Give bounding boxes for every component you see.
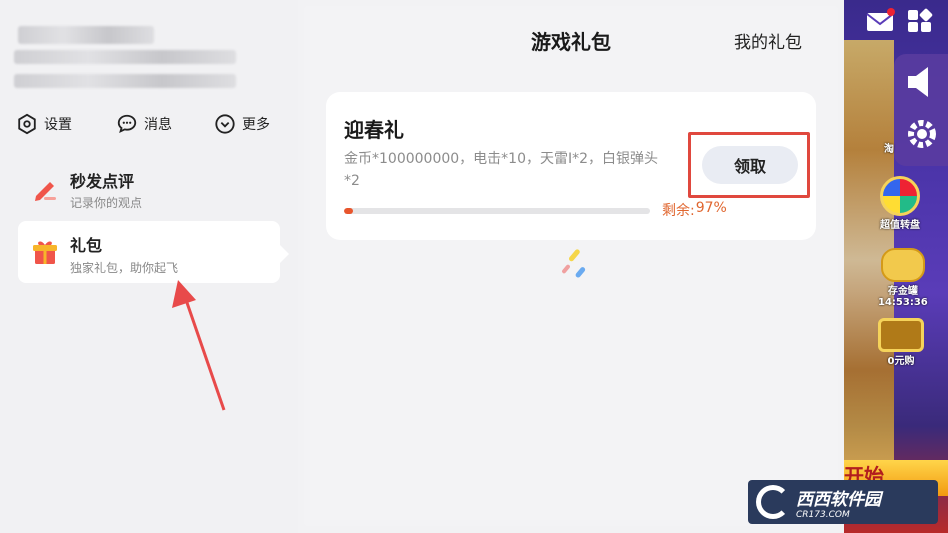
chat-bubble-icon xyxy=(117,114,137,134)
piggy-bank-label: 存金罐 xyxy=(887,286,918,297)
gift-name: 迎春礼 xyxy=(344,118,404,142)
game-side-label: 淘 xyxy=(884,144,894,155)
menu-item-review[interactable]: 秒发点评 记录你的观点 xyxy=(18,158,280,216)
watermark-logo-icon xyxy=(756,485,790,519)
blurred-user-meta xyxy=(14,74,236,88)
piggy-bank-timer: 14:53:36 xyxy=(878,297,928,308)
gift-icon xyxy=(33,241,57,264)
gift-progress-fill xyxy=(344,208,354,214)
gift-card: 迎春礼 金币*100000000，电击*10，天雷I*2，白银弹头*2 剩余: … xyxy=(326,92,816,240)
settings-label: 设置 xyxy=(44,117,72,133)
pencil-icon xyxy=(35,182,56,201)
watermark-text: 西西软件园 CR173.COM xyxy=(796,485,881,520)
gift-progress-bar xyxy=(344,208,650,214)
game-system-icons xyxy=(866,6,934,34)
grid-menu-icon[interactable] xyxy=(906,6,934,34)
menu-item-gifts[interactable]: 礼包 独家礼包，助你起飞 xyxy=(18,221,289,283)
menu-item-review-title: 秒发点评 xyxy=(70,172,135,191)
chest-label: 0元购 xyxy=(887,356,915,367)
more-label: 更多 xyxy=(242,117,270,133)
sidebar: 设置 消息 更多 秒发点评 记录你的观点 礼包 独家礼包，助你起飞 xyxy=(0,0,298,533)
game-side-text: 淘 xyxy=(884,140,894,155)
menu-item-review-subtitle: 记录你的观点 xyxy=(70,196,143,210)
messages-label: 消息 xyxy=(144,117,172,133)
loading-spinner-icon xyxy=(562,249,586,278)
messages-button[interactable]: 消息 xyxy=(116,110,172,138)
settings-icon xyxy=(18,113,36,135)
site-watermark: 西西软件园 CR173.COM xyxy=(748,480,938,524)
quick-actions: 设置 消息 更多 xyxy=(16,110,286,138)
game-background: 淘 超值转盘 存金罐 14:53:36 0元购 开始 xyxy=(844,0,948,533)
screen: 设置 消息 更多 秒发点评 记录你的观点 礼包 独家礼包，助你起飞 游戏礼包 我… xyxy=(0,0,948,533)
remaining-label: 剩余: xyxy=(662,203,695,219)
wheel-button[interactable]: 超值转盘 xyxy=(880,176,920,231)
piggy-bank-icon xyxy=(880,248,925,282)
claim-button[interactable]: 领取 xyxy=(702,146,798,184)
mail-icon[interactable] xyxy=(866,6,896,34)
my-gifts-link[interactable]: 我的礼包 xyxy=(734,28,802,53)
annotation-arrow xyxy=(172,280,226,411)
wheel-icon xyxy=(880,176,920,216)
gift-panel: 游戏礼包 我的礼包 迎春礼 金币*100000000，电击*10，天雷I*2，白… xyxy=(304,6,838,526)
menu-item-gifts-title: 礼包 xyxy=(70,236,103,255)
blurred-user-info xyxy=(14,50,236,64)
more-button[interactable]: 更多 xyxy=(214,110,270,138)
chest-button[interactable]: 0元购 xyxy=(878,318,924,367)
panel-header: 游戏礼包 我的礼包 xyxy=(304,6,838,70)
piggy-bank-button[interactable]: 存金罐 14:53:36 xyxy=(878,248,928,308)
watermark-main-text: 西西软件园 xyxy=(796,489,881,510)
gear-icon[interactable] xyxy=(904,116,940,152)
speaker-icon[interactable] xyxy=(902,62,942,102)
wheel-label: 超值转盘 xyxy=(880,220,920,231)
menu-item-gifts-subtitle: 独家礼包，助你起飞 xyxy=(70,261,179,275)
settings-button[interactable]: 设置 xyxy=(16,110,72,138)
remaining-info: 剩余: 97% xyxy=(662,200,727,220)
treasure-chest-icon xyxy=(878,318,924,352)
watermark-sub-text: CR173.COM xyxy=(796,509,850,520)
gift-description: 金币*100000000，电击*10，天雷I*2，白银弹头*2 xyxy=(344,151,659,189)
chevron-down-circle-icon xyxy=(215,114,235,134)
game-side-panel xyxy=(894,54,948,166)
blurred-username xyxy=(18,26,154,44)
remaining-value: 97% xyxy=(695,200,727,216)
